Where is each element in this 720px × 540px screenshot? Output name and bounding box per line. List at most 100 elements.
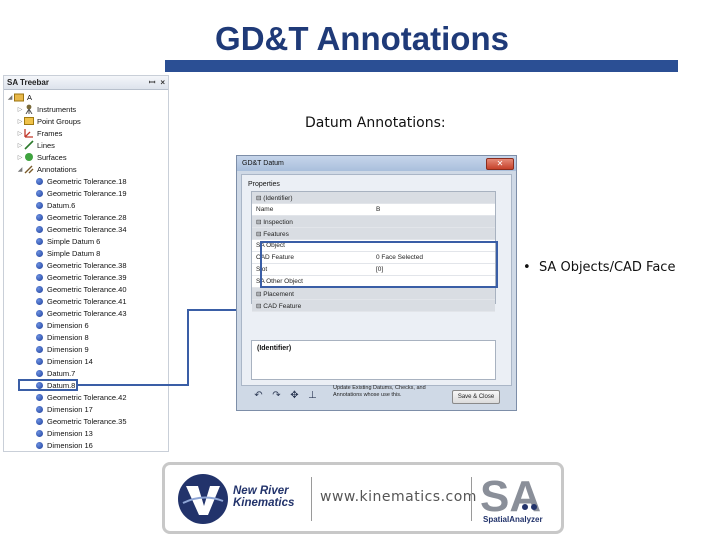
tree-folder-label: Instruments <box>37 104 77 114</box>
annotation-icon <box>36 321 43 329</box>
datum-annotations-caption: Datum Annotations: <box>305 115 446 131</box>
expand-icon[interactable]: ▷ <box>16 142 24 149</box>
website-url[interactable]: www.kinematics.com <box>320 489 477 505</box>
tree-folder-frames[interactable]: ▷ Frames <box>16 127 62 139</box>
tree-annotation-geometric-tolerance-42[interactable]: Geometric Tolerance.42 <box>36 391 127 403</box>
tree-annotation-geometric-tolerance-43[interactable]: Geometric Tolerance.43 <box>36 307 127 319</box>
annotation-icon <box>36 261 43 269</box>
collapse-icon[interactable]: ◢ <box>16 166 24 173</box>
annotation-icon <box>36 393 43 401</box>
tree-annotation-dimension-17[interactable]: Dimension 17 <box>36 403 93 415</box>
bullet-point: • SA Objects/CAD Face <box>523 260 676 275</box>
annotation-icon <box>36 201 43 209</box>
tree-annotation-simple-datum-8[interactable]: Simple Datum 8 <box>36 247 100 259</box>
dialog-titlebar: GD&T Datum ✕ <box>237 156 516 171</box>
collapse-icon[interactable]: ◢ <box>6 94 14 101</box>
close-icon[interactable]: × <box>160 78 165 87</box>
tree-annotation-geometric-tolerance-28[interactable]: Geometric Tolerance.28 <box>36 211 127 223</box>
datum-symbol-icon[interactable]: ⊥ <box>305 389 320 403</box>
dialog-close-button[interactable]: ✕ <box>486 157 514 170</box>
property-category[interactable]: ⊟ Inspection <box>252 216 495 228</box>
undo-icon[interactable]: ↶ <box>251 389 266 403</box>
tree-annotation-geometric-tolerance-40[interactable]: Geometric Tolerance.40 <box>36 283 127 295</box>
tree-folder-label: Surfaces <box>37 152 67 162</box>
tree-root[interactable]: ◢ A <box>6 91 32 103</box>
tree-annotation-dimension-13[interactable]: Dimension 13 <box>36 427 93 439</box>
tree-annotation-geometric-tolerance-41[interactable]: Geometric Tolerance.41 <box>36 295 127 307</box>
property-name: ⊟ Features <box>256 230 289 238</box>
tree-item-label: Geometric Tolerance.38 <box>47 260 127 270</box>
slide-title: GD&T Annotations <box>215 20 509 57</box>
company-name-line1: New River <box>233 485 289 497</box>
tree-annotation-dimension-16[interactable]: Dimension 16 <box>36 439 93 451</box>
tree-annotation-geometric-tolerance-38[interactable]: Geometric Tolerance.38 <box>36 259 127 271</box>
property-value[interactable]: B <box>372 206 495 213</box>
tree-folder-lines[interactable]: ▷ Lines <box>16 139 55 151</box>
tree-annotation-geometric-tolerance-39[interactable]: Geometric Tolerance.39 <box>36 271 127 283</box>
tree-item-label: Geometric Tolerance.19 <box>47 188 127 198</box>
tree-item-label: Geometric Tolerance.34 <box>47 224 127 234</box>
annotation-icon <box>36 369 43 377</box>
annotations-icon <box>24 164 34 174</box>
tree-folder-annotations[interactable]: ◢ Annotations <box>16 163 77 175</box>
annotation-icon <box>36 249 43 257</box>
tree-annotation-dimension-9[interactable]: Dimension 9 <box>36 343 89 355</box>
tree-folder-point-groups[interactable]: ▷ Point Groups <box>16 115 81 127</box>
tree-annotation-geometric-tolerance-34[interactable]: Geometric Tolerance.34 <box>36 223 127 235</box>
property-category[interactable]: ⊟ CAD Feature <box>252 300 495 312</box>
tree-annotation-geometric-tolerance-35[interactable]: Geometric Tolerance.35 <box>36 415 127 427</box>
lines-icon <box>24 140 34 150</box>
tree-item-label: Geometric Tolerance.41 <box>47 296 127 306</box>
footer-divider <box>311 477 312 521</box>
annotation-icon <box>36 213 43 221</box>
footer-divider <box>471 477 472 521</box>
redo-icon[interactable]: ↷ <box>269 389 284 403</box>
tree-annotation-geometric-tolerance-18[interactable]: Geometric Tolerance.18 <box>36 175 127 187</box>
annotation-icon <box>36 189 43 197</box>
annotation-icon <box>36 357 43 365</box>
sa-logo-icon: SA <box>480 473 541 515</box>
property-category[interactable]: ⊟ Features <box>252 228 495 240</box>
property-row[interactable]: Name B <box>252 204 495 216</box>
pin-icon[interactable]: ꟷ <box>149 77 156 88</box>
save-close-button[interactable]: Save & Close <box>452 390 500 404</box>
annotation-icon <box>36 177 43 185</box>
annotation-icon <box>36 285 43 293</box>
tree-folder-surfaces[interactable]: ▷ Surfaces <box>16 151 67 163</box>
tree-selection-highlight <box>18 379 78 391</box>
tree-folder-label: Lines <box>37 140 55 150</box>
property-category[interactable]: ⊟ (Identifier) <box>252 192 495 204</box>
tree-annotation-dimension-8[interactable]: Dimension 8 <box>36 331 89 343</box>
tree-item-label: Dimension 17 <box>47 404 93 414</box>
expand-icon[interactable]: ▷ <box>16 118 24 125</box>
dialog-title: GD&T Datum <box>242 160 284 167</box>
annotation-icon <box>36 345 43 353</box>
treebar-title: SA Treebar <box>7 78 49 87</box>
tree-annotation-dimension-6[interactable]: Dimension 6 <box>36 319 89 331</box>
tree-annotation-datum-7[interactable]: Datum.7 <box>36 367 75 379</box>
tree-annotation-geometric-tolerance-19[interactable]: Geometric Tolerance.19 <box>36 187 127 199</box>
tree-folder-label: Point Groups <box>37 116 81 126</box>
expand-icon[interactable]: ▷ <box>16 154 24 161</box>
property-category[interactable]: ⊟ Placement <box>252 288 495 300</box>
tree-root-label: A <box>27 92 33 102</box>
surfaces-icon <box>24 152 34 162</box>
annotation-icon <box>36 333 43 341</box>
expand-icon[interactable]: ▷ <box>16 106 24 113</box>
tree-item-label: Geometric Tolerance.18 <box>47 176 127 186</box>
tree-item-label: Geometric Tolerance.42 <box>47 392 127 402</box>
frames-icon <box>24 128 34 138</box>
property-description: (Identifier) <box>251 340 496 380</box>
tree-item-label: Datum.6 <box>47 200 76 210</box>
tree-item-label: Simple Datum 6 <box>47 236 101 246</box>
move-icon[interactable]: ✥ <box>287 389 302 403</box>
expand-icon[interactable]: ▷ <box>16 130 24 137</box>
tree-annotation-dimension-14[interactable]: Dimension 14 <box>36 355 93 367</box>
tree-annotation-simple-datum-6[interactable]: Simple Datum 6 <box>36 235 100 247</box>
company-name-line2: Kinematics <box>233 497 295 509</box>
tree-folder-instruments[interactable]: ▷ Instruments <box>16 103 76 115</box>
annotation-icon <box>36 225 43 233</box>
bullet-text: SA Objects/CAD Face <box>538 260 676 275</box>
tree-item-label: Dimension 13 <box>47 428 93 438</box>
tree-annotation-datum-6[interactable]: Datum.6 <box>36 199 75 211</box>
